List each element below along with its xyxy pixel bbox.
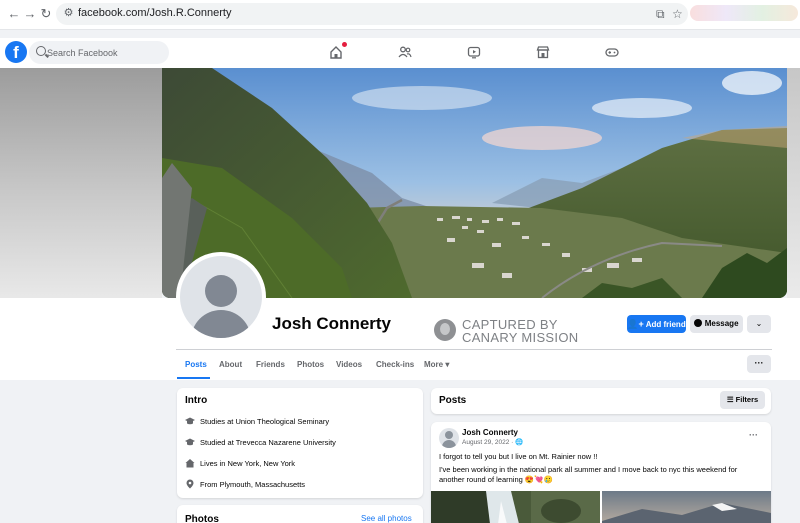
cover-photo[interactable]: [162, 68, 787, 298]
filters-button[interactable]: ☰ Filters: [720, 391, 765, 409]
photos-title: Photos: [185, 514, 219, 523]
install-app-icon[interactable]: ⧉: [656, 7, 665, 22]
marketplace-icon[interactable]: [536, 45, 550, 59]
intro-studies-text: Studies at Union Theological Seminary: [200, 417, 330, 426]
active-tab-indicator: [177, 377, 210, 379]
tab-videos[interactable]: Videos: [336, 360, 362, 369]
photos-card: Photos See all photos: [177, 505, 423, 523]
tab-posts[interactable]: Posts: [185, 360, 207, 369]
canary-mission-watermark: CAPTURED BY CANARY MISSION: [434, 317, 594, 345]
search-input[interactable]: [47, 45, 165, 60]
intro-item-from: From Plymouth, Massachusetts: [185, 479, 305, 491]
intro-item-lives: Lives in New York, New York: [185, 458, 295, 470]
friends-icon[interactable]: [398, 45, 412, 59]
posts-title: Posts: [439, 395, 467, 406]
post-photo-2[interactable]: [602, 491, 771, 523]
post-text-line-1: I forgot to tell you but I live on Mt. R…: [439, 452, 598, 461]
intro-studied-school[interactable]: Trevecca Nazarene University: [236, 438, 336, 447]
avatar-body-silhouette: [191, 310, 251, 338]
back-arrow-icon[interactable]: ←: [6, 6, 22, 22]
search-icon: [36, 46, 46, 56]
watch-video-icon[interactable]: [467, 45, 481, 59]
caret-down-icon: ▾: [445, 360, 450, 369]
graduation-cap-icon: [185, 417, 195, 425]
globe-icon: 🌐: [515, 439, 524, 446]
post-photo-1[interactable]: [431, 491, 600, 523]
avatar-head-silhouette: [205, 275, 237, 307]
search-bar[interactable]: [29, 41, 169, 64]
add-friend-button[interactable]: 👤+ Add friend: [627, 315, 686, 333]
reload-icon[interactable]: ↻: [38, 6, 54, 22]
post-date[interactable]: August 29, 2022 · 🌐: [462, 438, 523, 446]
filters-label: Filters: [735, 395, 759, 404]
tab-more[interactable]: More ▾: [424, 360, 449, 369]
intro-from-prefix: From: [200, 480, 220, 489]
message-button[interactable]: Message: [690, 315, 743, 333]
posts-header-card: Posts ☰ Filters: [431, 388, 771, 414]
intro-item-studied: Studied at Trevecca Nazarene University: [185, 437, 336, 449]
post-options-button[interactable]: ···: [749, 430, 758, 440]
intro-lives-prefix: Lives in: [200, 459, 228, 468]
tab-photos[interactable]: Photos: [297, 360, 324, 369]
post-date-text: August 29, 2022 ·: [462, 439, 516, 446]
gaming-icon[interactable]: [605, 45, 619, 59]
tabs-divider: [176, 349, 772, 350]
profile-picture[interactable]: [176, 252, 266, 342]
filters-icon: ☰: [726, 395, 734, 404]
add-friend-label: Add friend: [645, 320, 686, 329]
intro-title: Intro: [185, 395, 208, 406]
messenger-icon: [694, 319, 703, 327]
tab-friends[interactable]: Friends: [256, 360, 285, 369]
see-all-photos-link[interactable]: See all photos: [361, 514, 412, 523]
blurred-extensions: [690, 5, 798, 21]
intro-studied-prefix: Studied at: [200, 438, 236, 447]
forward-arrow-icon[interactable]: →: [22, 6, 38, 22]
facebook-logo-icon[interactable]: f: [5, 41, 27, 63]
browser-toolbar: ← → ↻ ⚙ facebook.com/Josh.R.Connerty ⧉ ☆: [0, 0, 800, 30]
profile-name: Josh Connerty: [272, 314, 392, 333]
intro-from-city[interactable]: Plymouth, Massachusetts: [220, 480, 305, 489]
add-friend-icon: 👤+: [627, 319, 644, 329]
home-icon[interactable]: [329, 42, 347, 59]
tab-check-ins[interactable]: Check-ins: [376, 360, 414, 369]
tab-more-label: More: [424, 360, 444, 369]
post-author-name[interactable]: Josh Connerty: [462, 428, 518, 437]
post-text-line-2: I've been working in the national park a…: [439, 465, 738, 484]
canary-mission-logo-icon: [434, 319, 456, 341]
profile-more-button[interactable]: ⌄: [747, 315, 771, 333]
graduation-cap-icon: [185, 438, 195, 446]
intro-item-studies: Studies at Union Theological Seminary: [185, 416, 329, 428]
more-dots-icon: ···: [754, 358, 764, 368]
tabs-overflow-button[interactable]: ···: [747, 355, 771, 373]
location-pin-icon: [186, 479, 194, 489]
tab-about[interactable]: About: [219, 360, 242, 369]
intro-lives-city[interactable]: New York, New York: [228, 459, 296, 468]
chevron-down-icon: ⌄: [755, 319, 763, 328]
bookmark-star-icon[interactable]: ☆: [672, 7, 683, 21]
house-icon: [185, 459, 195, 468]
facebook-header: f: [0, 38, 800, 68]
intro-card: Intro Studies at Union Theological Semin…: [177, 388, 423, 498]
address-bar[interactable]: ⚙ facebook.com/Josh.R.Connerty ⧉ ☆: [56, 3, 688, 25]
site-info-icon[interactable]: ⚙: [62, 7, 75, 20]
post-author-avatar[interactable]: [439, 428, 459, 448]
url-text[interactable]: facebook.com/Josh.R.Connerty: [78, 7, 231, 19]
message-label: Message: [704, 319, 739, 328]
notification-dot: [342, 42, 347, 47]
watermark-line-2: CANARY MISSION: [462, 330, 579, 345]
post-card: Josh Connerty August 29, 2022 · 🌐 ··· I …: [431, 422, 771, 523]
